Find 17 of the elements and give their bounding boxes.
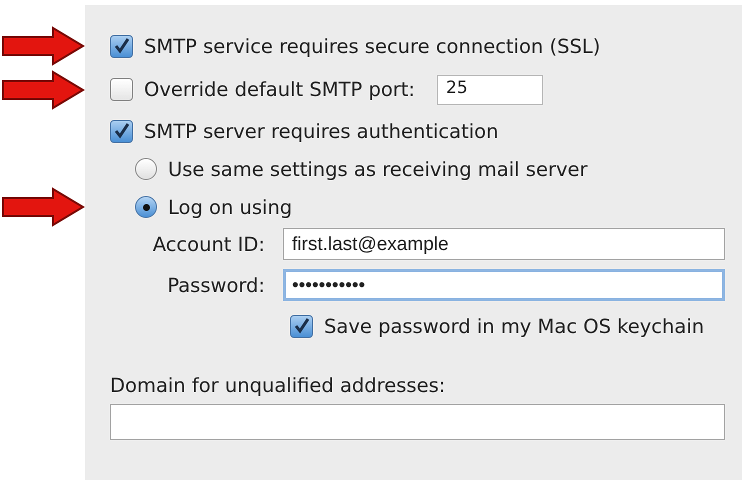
input-field[interactable]: [110, 404, 725, 440]
radio-label: Use same settings as receiving mail server: [168, 158, 588, 180]
checkbox-label: SMTP server requires authentication: [144, 120, 498, 142]
field-label: Account ID:: [152, 232, 266, 256]
field-label: Password:: [166, 274, 266, 296]
input-field[interactable]: first.last@example: [283, 228, 725, 260]
checkbox-label: Override default SMTP port:: [144, 78, 415, 101]
checkbox[interactable]: [110, 78, 133, 101]
input-field[interactable]: •••••••••••: [283, 269, 725, 301]
checkbox-label: Save password in my Mac OS keychain: [324, 314, 704, 338]
checkbox[interactable]: [110, 34, 133, 58]
port-field[interactable]: 25: [437, 74, 543, 104]
checkbox-label: SMTP service requires secure connection (SSL): [144, 34, 600, 58]
checkbox[interactable]: [110, 120, 133, 142]
radio-label: Log on using: [168, 196, 292, 218]
checkbox[interactable]: [290, 314, 313, 338]
field-label: Domain for unqualified addresses:: [110, 374, 446, 396]
